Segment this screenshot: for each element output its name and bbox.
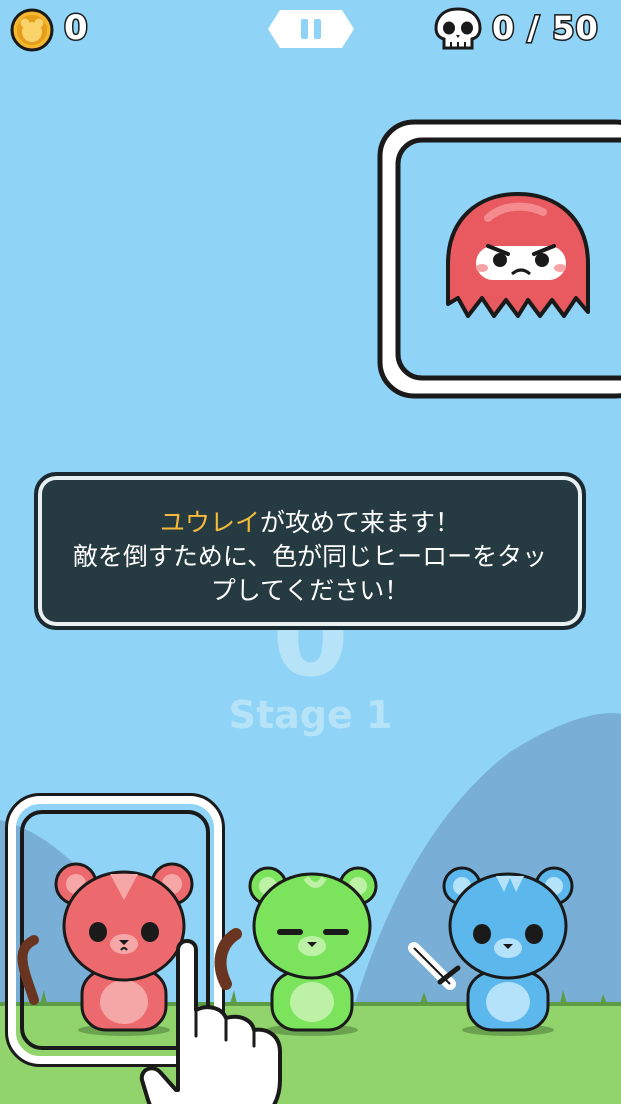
- blue-bear-hero[interactable]: [408, 866, 574, 1036]
- enemy-kill-count: 0 / 50: [491, 8, 600, 49]
- stage-label: Stage 1: [228, 693, 393, 737]
- enemy-name-highlight: ユウレイ: [159, 508, 260, 537]
- tutorial-dialog: ユウレイが攻めて来ます！ 敵を倒すために、色が同じヒーローをタッ プしてください…: [34, 472, 586, 630]
- sword-icon: [408, 942, 461, 990]
- red-bear-hero[interactable]: [17, 862, 194, 1036]
- coin-count: 0: [63, 7, 90, 50]
- dialog-line-1: ユウレイが攻めて来ます！: [159, 508, 461, 537]
- pause-icon: [301, 19, 308, 39]
- green-bear-hero[interactable]: [214, 866, 378, 1036]
- dialog-line-3: プしてください！: [210, 576, 410, 605]
- enemy-card: [377, 119, 621, 399]
- skull-icon: [434, 7, 482, 50]
- ghost-enemy: [446, 192, 590, 318]
- pause-button[interactable]: [268, 10, 354, 48]
- hero-row: [5, 793, 574, 1104]
- dialog-line-2: 敵を倒すために、色が同じヒーローをタッ: [72, 542, 548, 571]
- bear-coin-icon: [10, 8, 54, 52]
